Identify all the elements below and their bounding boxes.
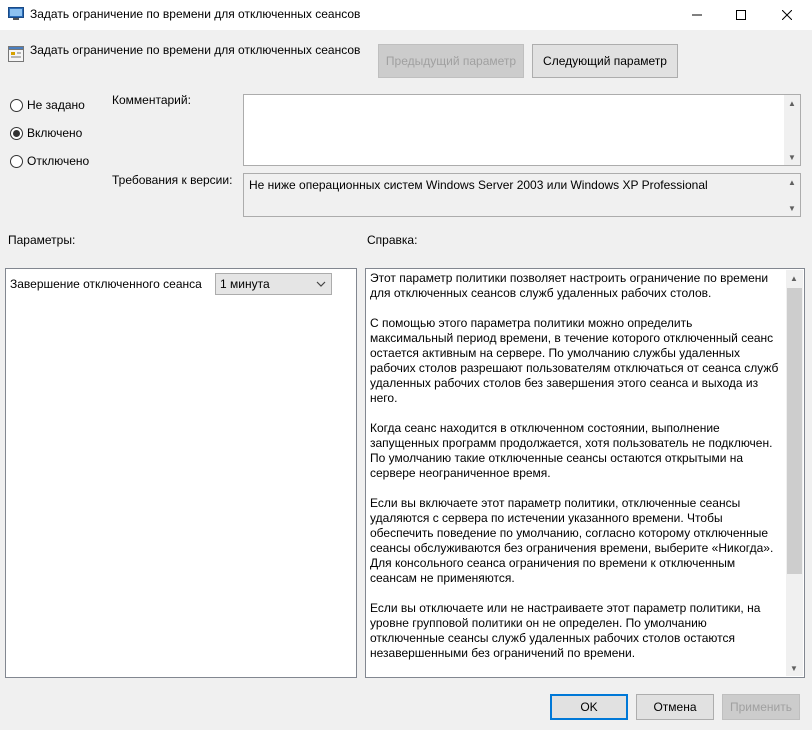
previous-setting-button[interactable]: Предыдущий параметр xyxy=(378,44,524,78)
apply-button[interactable]: Применить xyxy=(722,694,800,720)
policy-setting-icon xyxy=(8,46,24,62)
help-text: Этот параметр политики позволяет настрои… xyxy=(370,271,780,676)
requirements-label: Требования к версии: xyxy=(112,173,233,187)
scroll-down-icon[interactable]: ▼ xyxy=(784,200,800,216)
help-heading: Справка: xyxy=(367,233,418,247)
radio-not-configured[interactable]: Не задано xyxy=(10,98,85,112)
help-paragraph: Этот параметр политики позволяет настрои… xyxy=(370,271,769,300)
window-title: Задать ограничение по времени для отключ… xyxy=(30,7,361,21)
comment-label: Комментарий: xyxy=(112,93,191,107)
policy-title: Задать ограничение по времени для отключ… xyxy=(30,43,361,57)
maximize-button[interactable] xyxy=(718,0,764,30)
close-window-button[interactable] xyxy=(764,0,810,30)
session-timeout-dropdown[interactable]: 1 минута xyxy=(215,273,332,295)
scroll-down-icon[interactable]: ▼ xyxy=(784,149,800,165)
ok-button[interactable]: OK xyxy=(550,694,628,720)
scroll-up-icon[interactable]: ▲ xyxy=(784,174,800,190)
minimize-button[interactable] xyxy=(674,0,720,30)
scroll-up-icon[interactable]: ▲ xyxy=(784,95,800,111)
chevron-down-icon xyxy=(316,281,326,287)
parameters-panel: Завершение отключенного сеанса 1 минута xyxy=(5,268,357,678)
scroll-up-icon[interactable]: ▲ xyxy=(786,270,802,286)
requirements-box: Не ниже операционных систем Windows Serv… xyxy=(243,173,801,217)
dropdown-value: 1 минута xyxy=(220,277,270,291)
next-setting-button[interactable]: Следующий параметр xyxy=(532,44,678,78)
requirements-value: Не ниже операционных систем Windows Serv… xyxy=(249,178,708,192)
help-paragraph: Если вы включаете этот параметр политики… xyxy=(370,496,774,585)
radio-circle xyxy=(10,154,23,168)
parameters-heading: Параметры: xyxy=(8,233,76,247)
help-scrollbar[interactable]: ▲ ▼ xyxy=(786,270,803,676)
policy-setting-icon xyxy=(8,7,24,20)
close-icon xyxy=(782,10,792,20)
cancel-button[interactable]: Отмена xyxy=(636,694,714,720)
comment-scrollbar[interactable]: ▲ ▼ xyxy=(784,95,800,165)
help-paragraph: С помощью этого параметра политики можно… xyxy=(370,316,779,405)
comment-textarea[interactable]: ▲ ▼ xyxy=(243,94,801,166)
minimize-icon xyxy=(692,14,702,16)
scrollbar-thumb[interactable] xyxy=(787,288,802,574)
radio-disabled[interactable]: Отключено xyxy=(10,154,89,168)
disconnected-session-label: Завершение отключенного сеанса xyxy=(10,277,202,291)
radio-circle xyxy=(10,126,23,140)
radio-selected-dot xyxy=(13,129,20,137)
radio-label: Включено xyxy=(27,126,83,140)
scroll-down-icon[interactable]: ▼ xyxy=(786,660,802,676)
requirements-scrollbar[interactable]: ▲ ▼ xyxy=(784,174,800,216)
maximize-icon xyxy=(736,10,746,20)
radio-circle xyxy=(10,98,23,112)
help-paragraph: Если вы отключаете или не настраиваете э… xyxy=(370,601,761,660)
help-paragraph: Когда сеанс находится в отключенном сост… xyxy=(370,421,773,480)
help-panel: Этот параметр политики позволяет настрои… xyxy=(365,268,805,678)
radio-label: Отключено xyxy=(27,154,90,168)
radio-label: Не задано xyxy=(27,98,85,112)
radio-enabled[interactable]: Включено xyxy=(10,126,82,140)
